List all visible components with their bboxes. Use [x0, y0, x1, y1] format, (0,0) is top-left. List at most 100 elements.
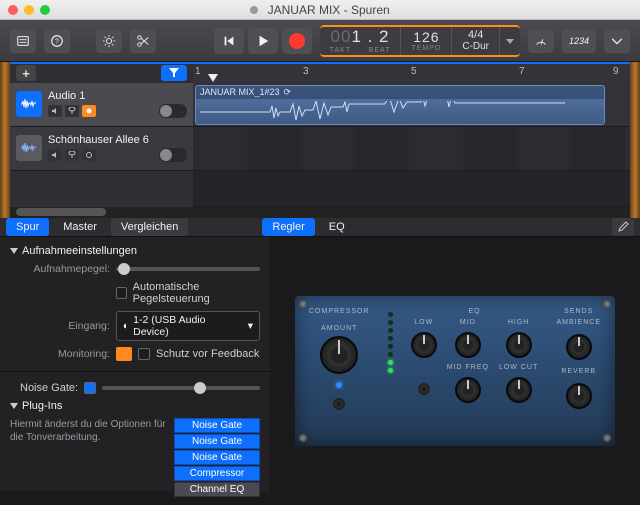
play-button[interactable]: [248, 28, 278, 54]
edit-layout-button[interactable]: [612, 218, 634, 236]
lcd-tempo: 126: [413, 29, 439, 45]
auto-level-checkbox[interactable]: [116, 287, 127, 299]
plugin-slot[interactable]: Compressor: [174, 466, 260, 481]
window-titlebar: JANUAR MIX - Spuren: [0, 0, 640, 20]
track-lane[interactable]: JANUAR MIX_1#23 ⟳: [193, 83, 630, 127]
tab-master[interactable]: Master: [53, 218, 107, 236]
lcd-display[interactable]: 001 . 2 TAKT BEAT 126 TEMPO 4/4 C-Dur: [320, 25, 520, 57]
audio-region[interactable]: JANUAR MIX_1#23 ⟳: [195, 85, 605, 125]
window-title-text: JANUAR MIX - Spuren: [268, 3, 390, 17]
track-filter-button[interactable]: [161, 65, 187, 81]
track-lane-empty: [193, 171, 630, 207]
chevron-down-icon[interactable]: [506, 37, 514, 45]
ruler-tick: 1: [195, 66, 201, 77]
tab-track[interactable]: Spur: [6, 218, 49, 236]
tab-eq[interactable]: EQ: [319, 218, 355, 236]
section-recording-settings[interactable]: Aufnahmeeinstellungen: [10, 245, 260, 257]
eq-high-knob[interactable]: [506, 332, 532, 358]
compressor-led: [336, 382, 342, 388]
track-header[interactable]: Schönhauser Allee 6: [10, 127, 193, 171]
compressor-amount-knob[interactable]: [320, 336, 358, 374]
add-track-button[interactable]: +: [16, 65, 36, 81]
count-in-button[interactable]: 1234: [562, 29, 596, 53]
jack-icon: [333, 398, 345, 410]
track-type-audio-icon: [16, 91, 42, 117]
transport-controls: [214, 28, 312, 54]
eq-lowcut-knob[interactable]: [506, 377, 532, 403]
eq-mid-knob[interactable]: [455, 332, 481, 358]
display-settings-button[interactable]: [96, 29, 122, 53]
track-header-toolbar: +: [10, 64, 193, 83]
solo-button[interactable]: [65, 149, 79, 161]
noise-gate-label: Noise Gate:: [20, 382, 78, 394]
solo-button[interactable]: [65, 105, 79, 117]
record-enable-button[interactable]: [82, 149, 96, 161]
ruler-tick: 7: [519, 66, 525, 77]
record-button[interactable]: [282, 28, 312, 54]
eq-section: EQ LOW MID HIGH MID FREQ LOW CUT: [411, 308, 539, 438]
arrange-area[interactable]: JANUAR MIX_1#23 ⟳: [193, 83, 630, 207]
input-select[interactable]: ◐ 1-2 (USB Audio Device) ▾: [116, 311, 260, 341]
disclosure-triangle-icon: [10, 403, 18, 409]
auto-level-label: Automatische Pegelsteuerung: [133, 281, 260, 305]
reverb-send-knob[interactable]: [566, 383, 592, 409]
track-inspector: Aufnahmeeinstellungen Aufnahmepegel: Aut…: [0, 237, 270, 505]
track-lane[interactable]: [193, 127, 630, 171]
timeline-ruler[interactable]: 1 3 5 7 9: [193, 64, 630, 83]
tuner-button[interactable]: [528, 29, 554, 53]
plugin-slots: Noise Gate Noise Gate Noise Gate Compres…: [174, 418, 260, 497]
jack-icon: [418, 383, 430, 395]
wood-side-right: [630, 62, 640, 218]
eq-midfreq-knob[interactable]: [455, 377, 481, 403]
library-button[interactable]: [10, 29, 36, 53]
chevron-down-icon: ▾: [248, 320, 253, 332]
compressor-section: COMPRESSOR AMOUNT: [309, 308, 370, 438]
lcd-timesig: 4/4: [468, 29, 483, 41]
rack-screw: [603, 300, 611, 308]
plugin-slot[interactable]: Channel EQ: [174, 482, 260, 497]
horizontal-scrollbar[interactable]: [10, 207, 630, 218]
monitoring-toggle[interactable]: [116, 347, 132, 361]
plugin-slot[interactable]: Noise Gate: [174, 418, 260, 433]
ambience-send-knob[interactable]: [566, 334, 592, 360]
record-icon: [289, 33, 305, 49]
region-name: JANUAR MIX_1#23: [200, 87, 280, 97]
mute-button[interactable]: [48, 105, 62, 117]
plugin-slot[interactable]: Noise Gate: [174, 450, 260, 465]
section-plugins[interactable]: Plug-Ins: [10, 400, 260, 412]
eq-low-knob[interactable]: [411, 332, 437, 358]
track-headers: Audio 1 Schönhauser Allee 6: [10, 83, 193, 207]
rack-screw: [299, 300, 307, 308]
more-tools-button[interactable]: [604, 29, 630, 53]
plugin-slot[interactable]: Noise Gate: [174, 434, 260, 449]
input-value: 1-2 (USB Audio Device): [133, 314, 244, 338]
input-label: Eingang:: [10, 320, 110, 332]
go-to-start-button[interactable]: [214, 28, 244, 54]
track-enable-toggle[interactable]: [159, 148, 187, 162]
tab-compare[interactable]: Vergleichen: [111, 218, 189, 236]
svg-text:?: ?: [55, 38, 59, 45]
mute-button[interactable]: [48, 149, 62, 161]
input-channel-icon: ◐: [123, 320, 129, 332]
playhead[interactable]: [208, 74, 218, 82]
scrollbar-thumb[interactable]: [16, 208, 106, 216]
record-enable-button[interactable]: [82, 105, 96, 117]
feedback-protect-checkbox[interactable]: [138, 348, 150, 360]
lcd-bar-dim: 00: [331, 27, 352, 46]
noise-gate-slider[interactable]: [102, 386, 260, 390]
track-header[interactable]: Audio 1: [10, 83, 193, 127]
wood-side-left: [0, 62, 10, 218]
lcd-key: C-Dur: [462, 41, 489, 52]
rack-screw: [299, 434, 307, 442]
sends-section: SENDS AMBIENCE REVERB: [556, 308, 601, 438]
scissors-button[interactable]: [130, 29, 156, 53]
record-level-slider[interactable]: [116, 267, 260, 271]
track-name: Audio 1: [48, 90, 187, 102]
document-modified-indicator: [250, 6, 258, 14]
track-enable-toggle[interactable]: [159, 104, 187, 118]
help-button[interactable]: ?: [44, 29, 70, 53]
main-toolbar: ? 001 . 2 TAKT BEAT 126 TEMPO 4/4 C-Dur …: [0, 20, 640, 62]
tab-controls[interactable]: Regler: [262, 218, 314, 236]
noise-gate-checkbox[interactable]: [84, 382, 96, 394]
controls-rack: COMPRESSOR AMOUNT EQ LOW MID HIGH: [295, 296, 615, 446]
